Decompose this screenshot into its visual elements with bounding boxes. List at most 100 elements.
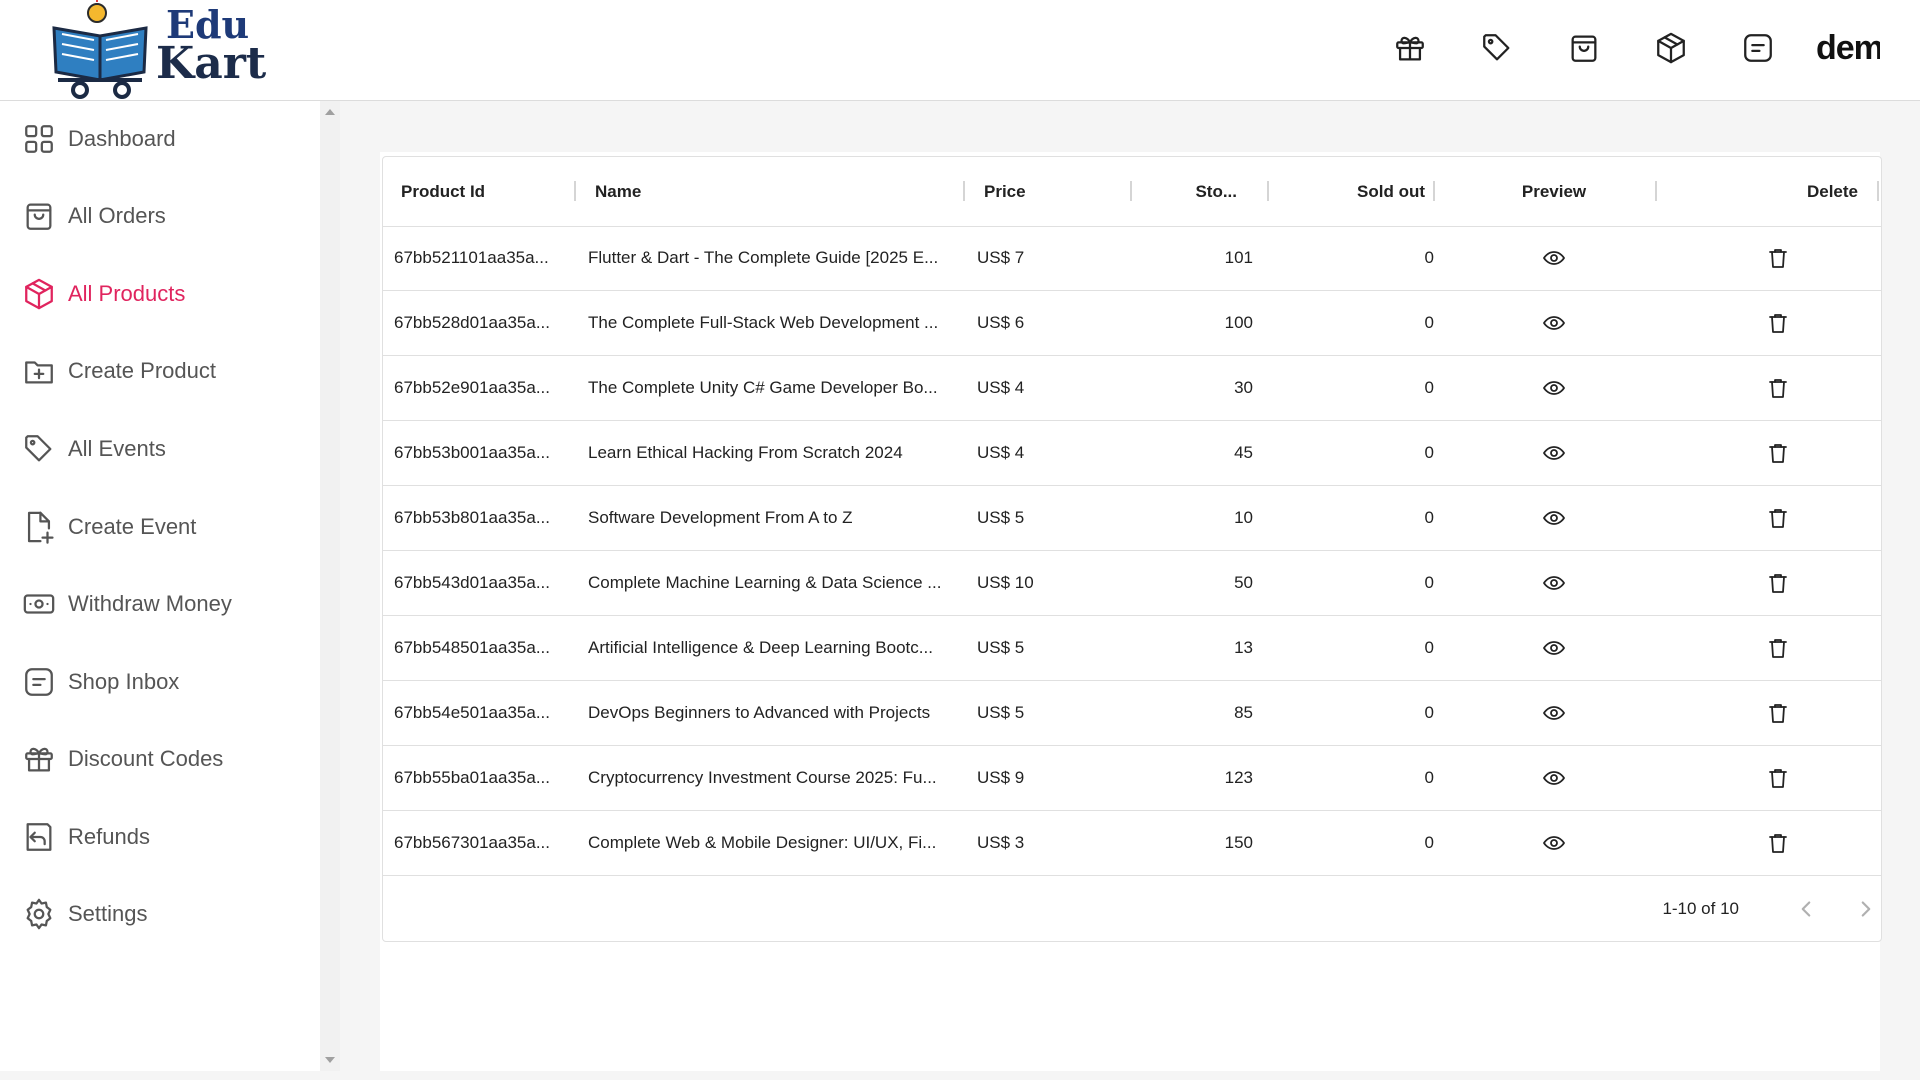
sidebar-item-all-events[interactable]: All Events xyxy=(0,419,310,479)
table-row[interactable]: 67bb53b001aa35a... Learn Ethical Hacking … xyxy=(383,421,1881,486)
preview-eye-icon[interactable] xyxy=(1541,571,1567,595)
sidebar-item-discount-codes[interactable]: Discount Codes xyxy=(0,729,310,789)
column-header-product-id[interactable]: Product Id xyxy=(401,157,485,226)
product-sold-out-cell: 0 xyxy=(1424,768,1434,787)
message-icon[interactable] xyxy=(1736,26,1780,70)
column-header-price[interactable]: Price xyxy=(984,157,1026,226)
sidebar-item-dashboard[interactable]: Dashboard xyxy=(0,109,310,169)
preview-eye-icon[interactable] xyxy=(1541,766,1567,790)
delete-trash-icon[interactable] xyxy=(1765,831,1791,855)
preview-eye-icon[interactable] xyxy=(1541,246,1567,270)
column-separator[interactable] xyxy=(1877,181,1879,201)
column-header-name[interactable]: Name xyxy=(595,157,641,226)
table-row[interactable]: 67bb55ba01aa35a... Cryptocurrency Investm… xyxy=(383,746,1881,811)
preview-eye-icon[interactable] xyxy=(1541,376,1567,400)
preview-eye-icon[interactable] xyxy=(1541,441,1567,465)
preview-eye-icon[interactable] xyxy=(1541,831,1567,855)
scroll-down-arrow-icon[interactable] xyxy=(325,1057,335,1063)
product-id-cell: 67bb567301aa35a... xyxy=(394,833,550,852)
delete-trash-icon[interactable] xyxy=(1765,506,1791,530)
preview-eye-icon[interactable] xyxy=(1541,636,1567,660)
column-header-sold-out[interactable]: Sold out xyxy=(1288,157,1425,226)
table-row[interactable]: 67bb521101aa35a... Flutter & Dart - The C… xyxy=(383,226,1881,291)
delete-trash-icon[interactable] xyxy=(1765,571,1791,595)
product-sold-out-cell: 0 xyxy=(1424,638,1434,657)
product-name-cell: Cryptocurrency Investment Course 2025: F… xyxy=(588,768,937,787)
product-price-cell: US$ 7 xyxy=(977,248,1025,267)
sidebar-scrollbar[interactable] xyxy=(320,101,340,1071)
package-icon[interactable] xyxy=(1649,26,1693,70)
product-stock-cell: 101 xyxy=(1224,248,1253,267)
tag-icon[interactable] xyxy=(1475,26,1519,70)
delete-trash-icon[interactable] xyxy=(1765,376,1791,400)
gift-icon[interactable] xyxy=(1388,26,1432,70)
file-plus-icon xyxy=(27,511,54,544)
table-row[interactable]: 67bb528d01aa35a... The Complete Full-Stac… xyxy=(383,291,1881,356)
product-name-cell: DevOps Beginners to Advanced with Projec… xyxy=(588,703,931,722)
product-price-cell: US$ 5 xyxy=(977,703,1025,722)
package-icon xyxy=(25,278,53,310)
table-row[interactable]: 67bb53b801aa35a... Software Development F… xyxy=(383,486,1881,551)
product-id-cell: 67bb52e901aa35a... xyxy=(394,378,550,397)
delete-trash-icon[interactable] xyxy=(1765,701,1791,725)
product-sold-out-cell: 0 xyxy=(1424,248,1434,267)
table-row[interactable]: 67bb52e901aa35a... The Complete Unity C# … xyxy=(383,356,1881,421)
delete-trash-icon[interactable] xyxy=(1765,766,1791,790)
column-separator[interactable] xyxy=(1655,181,1657,201)
sidebar-item-create-product[interactable]: Create Product xyxy=(0,341,310,401)
preview-eye-icon[interactable] xyxy=(1541,701,1567,725)
user-name[interactable]: dem xyxy=(1816,29,1880,68)
column-separator[interactable] xyxy=(1433,181,1435,201)
product-id-cell: 67bb54e501aa35a... xyxy=(394,703,550,722)
bottom-strip xyxy=(0,1071,1920,1080)
product-stock-cell: 30 xyxy=(1234,378,1253,397)
product-stock-cell: 85 xyxy=(1234,703,1253,722)
table-header: Product Id Name Price Sto... Sold out Pr… xyxy=(383,157,1881,227)
delete-trash-icon[interactable] xyxy=(1765,636,1791,660)
product-name-cell: Software Development From A to Z xyxy=(588,508,853,527)
sidebar-item-settings[interactable]: Settings xyxy=(0,884,310,944)
preview-eye-icon[interactable] xyxy=(1541,311,1567,335)
shopping-bag-icon[interactable] xyxy=(1562,26,1606,70)
delete-trash-icon[interactable] xyxy=(1765,311,1791,335)
table-pagination: 1-10 of 10 xyxy=(383,876,1881,941)
sidebar-item-all-products[interactable]: All Products xyxy=(0,264,310,324)
column-separator[interactable] xyxy=(1267,181,1269,201)
product-name-cell: Flutter & Dart - The Complete Guide [202… xyxy=(588,248,939,267)
sidebar-item-create-event[interactable]: Create Event xyxy=(0,497,310,557)
column-separator[interactable] xyxy=(1130,181,1132,201)
table-row[interactable]: 67bb54e501aa35a... DevOps Beginners to Ad… xyxy=(383,681,1881,746)
sidebar-item-shop-inbox[interactable]: Shop Inbox xyxy=(0,652,310,712)
gear-icon xyxy=(26,898,52,930)
table-row[interactable]: 67bb567301aa35a... Complete Web & Mobile … xyxy=(383,811,1881,876)
product-name-cell: Learn Ethical Hacking From Scratch 2024 xyxy=(588,443,903,462)
next-page-icon[interactable] xyxy=(1853,896,1879,922)
folder-plus-icon xyxy=(25,361,53,384)
product-price-cell: US$ 10 xyxy=(977,573,1034,592)
delete-trash-icon[interactable] xyxy=(1765,246,1791,270)
column-separator[interactable] xyxy=(574,181,576,201)
product-id-cell: 67bb543d01aa35a... xyxy=(394,573,550,592)
edukart-logo[interactable]: Edu Kart xyxy=(48,0,266,100)
column-header-delete[interactable]: Delete xyxy=(1676,157,1858,226)
preview-eye-icon[interactable] xyxy=(1541,506,1567,530)
header-icons: dem xyxy=(1345,26,1880,70)
product-id-cell: 67bb528d01aa35a... xyxy=(394,313,550,332)
product-name-cell: Artificial Intelligence & Deep Learning … xyxy=(588,638,933,657)
products-table: Product Id Name Price Sto... Sold out Pr… xyxy=(382,156,1882,942)
refund-icon xyxy=(26,823,52,851)
product-id-cell: 67bb548501aa35a... xyxy=(394,638,550,657)
column-separator[interactable] xyxy=(963,181,965,201)
sidebar-item-label: All Orders xyxy=(68,203,166,228)
table-row[interactable]: 67bb543d01aa35a... Complete Machine Learn… xyxy=(383,551,1881,616)
table-row[interactable]: 67bb548501aa35a... Artificial Intelligenc… xyxy=(383,616,1881,681)
sidebar-item-refunds[interactable]: Refunds xyxy=(0,807,310,867)
sidebar-item-all-orders[interactable]: All Orders xyxy=(0,186,310,246)
column-header-preview[interactable]: Preview xyxy=(1454,157,1654,226)
previous-page-icon[interactable] xyxy=(1793,896,1819,922)
book-cart-logo-icon xyxy=(52,0,148,99)
sidebar-item-withdraw-money[interactable]: Withdraw Money xyxy=(0,574,310,634)
column-header-stock[interactable]: Sto... xyxy=(1151,157,1237,226)
delete-trash-icon[interactable] xyxy=(1765,441,1791,465)
scroll-up-arrow-icon[interactable] xyxy=(325,109,335,115)
